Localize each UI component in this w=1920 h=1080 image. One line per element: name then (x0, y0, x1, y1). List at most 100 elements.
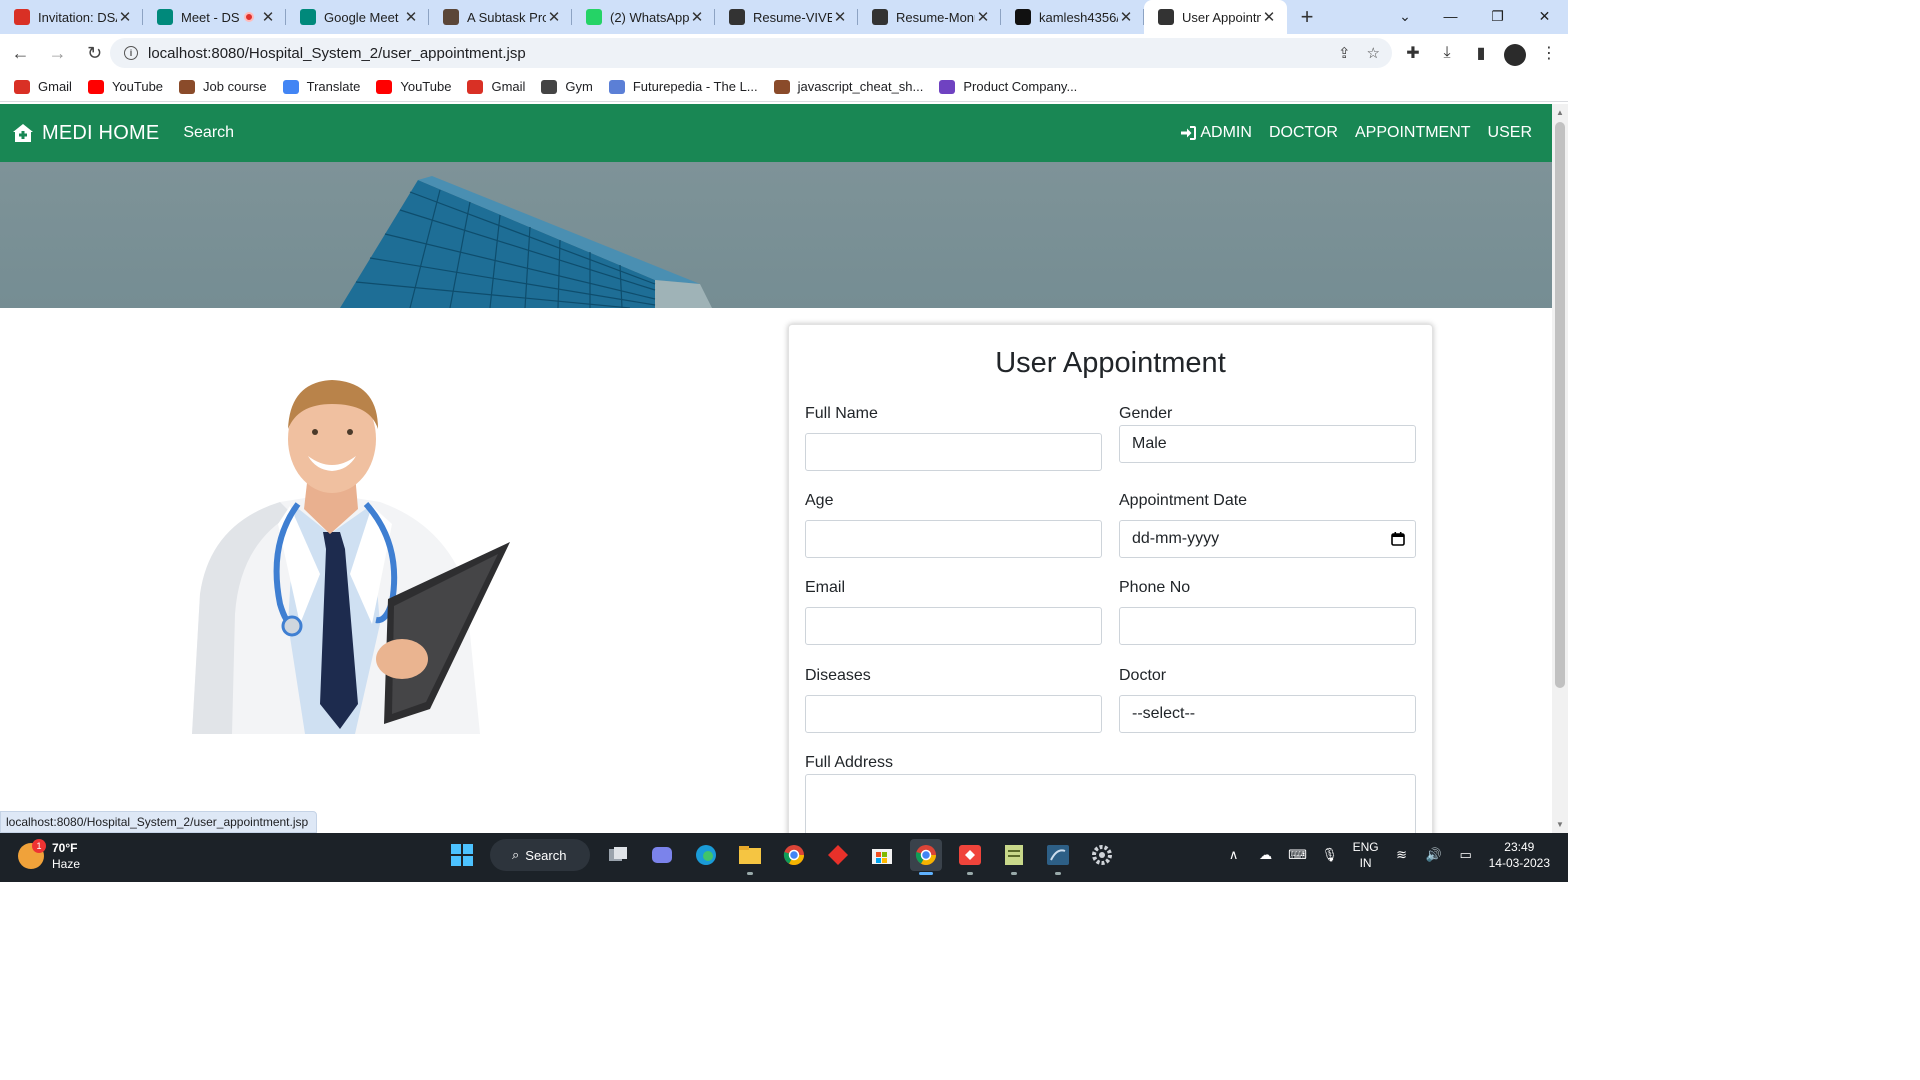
close-tab-icon[interactable]: ✕ (546, 8, 562, 26)
close-window-button[interactable]: ✕ (1521, 0, 1568, 32)
email-input[interactable] (805, 607, 1102, 645)
gender-input[interactable]: Male (1119, 425, 1416, 463)
doctor-select[interactable]: --select-- (1119, 695, 1416, 733)
forward-arrow-icon[interactable]: → (41, 38, 74, 68)
bookmark-item[interactable]: Futurepedia - The L... (608, 79, 758, 94)
restore-button[interactable]: ❐ (1474, 0, 1521, 32)
close-tab-icon[interactable]: ✕ (117, 8, 133, 26)
close-tab-icon[interactable]: ✕ (975, 8, 991, 26)
close-tab-icon[interactable]: ✕ (1118, 8, 1134, 26)
bookmark-item[interactable]: javascript_cheat_sh... (773, 79, 923, 94)
teams-chat-icon[interactable] (646, 839, 678, 871)
taskbar-search-button[interactable]: ⌕ Search (490, 839, 590, 871)
input-language[interactable]: ENG IN (1353, 839, 1379, 871)
red-diamond-app-icon[interactable] (822, 839, 854, 871)
chrome-active-icon[interactable] (910, 839, 942, 875)
gender-group: Gender Male (1119, 405, 1416, 463)
diseases-input[interactable] (805, 695, 1102, 733)
wifi-icon[interactable]: ≋ (1393, 846, 1411, 864)
close-tab-icon[interactable]: ✕ (260, 8, 276, 26)
start-windows-icon[interactable] (446, 839, 478, 871)
bookmark-item[interactable]: Job course (179, 79, 267, 94)
appointment-date-label: Appointment Date (1119, 492, 1248, 509)
nav-appointment-link[interactable]: APPOINTMENT (1355, 124, 1471, 142)
page-scrollbar[interactable]: ▲ ▼ (1552, 104, 1568, 833)
keyboard-icon[interactable]: ⌨ (1288, 846, 1307, 864)
scrollbar-thumb[interactable] (1555, 122, 1565, 688)
microsoft-store-icon[interactable] (866, 839, 898, 871)
battery-icon[interactable]: ▭ (1457, 846, 1475, 864)
building-illustration (340, 176, 712, 308)
chrome-icon[interactable] (778, 839, 810, 871)
browser-tab[interactable]: Resume-Monu ✕ (858, 0, 1001, 34)
address-bar[interactable]: i localhost:8080/Hospital_System_2/user_… (110, 38, 1392, 68)
house-medical-icon (13, 124, 33, 142)
bookmark-item[interactable]: Gym (541, 79, 593, 94)
bookmark-item[interactable]: Gmail (14, 79, 72, 94)
nav-user-link[interactable]: USER (1488, 124, 1532, 142)
search-icon: ⌕ (512, 847, 520, 862)
browser-tab[interactable]: Meet - DS ✕ (143, 0, 286, 34)
tab-search-chevron-icon[interactable]: ⌄ (1390, 0, 1420, 32)
microphone-icon[interactable]: 🎙 (1321, 846, 1339, 864)
age-input[interactable] (805, 520, 1102, 558)
scroll-up-arrow-icon[interactable]: ▲ (1556, 108, 1564, 117)
volume-icon[interactable]: 🔊 (1425, 846, 1443, 864)
phone-input[interactable] (1119, 607, 1416, 645)
tab-title: Resume-VIVEK (753, 9, 832, 25)
show-hidden-icons-chevron-icon[interactable]: ∧ (1225, 846, 1243, 864)
taskbar-clock[interactable]: 23:49 14-03-2023 (1489, 839, 1550, 871)
edge-browser-icon[interactable] (690, 839, 722, 871)
onedrive-cloud-icon[interactable]: ☁ (1257, 846, 1275, 864)
brand-link[interactable]: MEDI HOME (12, 122, 159, 145)
browser-tab[interactable]: kamlesh4356/✕ (1001, 0, 1144, 34)
nav-doctor-link[interactable]: DOCTOR (1269, 124, 1338, 142)
browser-tab[interactable]: (2) WhatsApp ✕ (572, 0, 715, 34)
browser-tab[interactable]: Invitation: DSA ✕ (0, 0, 143, 34)
bookmark-item[interactable]: Gmail (467, 79, 525, 94)
download-icon[interactable]: ⤓ (1436, 38, 1458, 68)
share-icon[interactable]: ⇪ (1338, 44, 1351, 62)
bookmark-icon (773, 79, 790, 94)
profile-avatar[interactable] (1504, 44, 1526, 66)
back-arrow-icon[interactable]: ← (4, 38, 37, 68)
bookmark-item[interactable]: YouTube (376, 79, 451, 94)
phone-label: Phone No (1119, 579, 1191, 596)
browser-tab[interactable]: Resume-VIVEK✕ (715, 0, 858, 34)
appointment-date-input[interactable]: dd-mm-yyyy (1119, 520, 1416, 558)
side-panel-icon[interactable]: ▮ (1470, 38, 1492, 68)
bookmark-item[interactable]: Product Company... (939, 79, 1077, 94)
close-tab-icon[interactable]: ✕ (403, 8, 419, 26)
nav-search-link[interactable]: Search (183, 124, 234, 142)
file-explorer-icon[interactable] (734, 839, 766, 875)
bookmark-label: Gym (565, 79, 593, 94)
close-tab-icon[interactable]: ✕ (832, 8, 848, 26)
github-icon (1015, 9, 1031, 25)
minimize-button[interactable]: — (1427, 0, 1474, 32)
settings-gear-icon[interactable] (1086, 839, 1118, 871)
browser-tab[interactable]: A Subtask Prob✕ (429, 0, 572, 34)
new-tab-plus-icon[interactable]: + (1287, 0, 1327, 34)
full-name-input[interactable] (805, 433, 1102, 471)
browser-tab[interactable]: Google Meet ✕ (286, 0, 429, 34)
nav-admin-link[interactable]: ADMIN (1180, 124, 1252, 142)
browser-menu-icon[interactable]: ⋮ (1538, 38, 1560, 68)
extensions-puzzle-icon[interactable]: ✚ (1402, 38, 1424, 68)
bookmark-item[interactable]: Translate (282, 79, 360, 94)
bookmark-item[interactable]: YouTube (87, 79, 163, 94)
window-controls: — ❐ ✕ (1427, 0, 1568, 34)
notepad-app-icon[interactable] (998, 839, 1030, 875)
close-tab-icon[interactable]: ✕ (1261, 8, 1277, 26)
task-view-icon[interactable] (602, 839, 634, 871)
anydesk-icon[interactable] (954, 839, 986, 875)
bookmark-star-icon[interactable]: ☆ (1367, 44, 1380, 62)
reload-icon[interactable]: ↻ (78, 38, 111, 68)
site-info-icon[interactable]: i (124, 46, 138, 60)
address-textarea[interactable] (805, 774, 1416, 833)
mysql-workbench-icon[interactable] (1042, 839, 1074, 875)
weather-widget[interactable]: 1 70°F Haze (18, 839, 80, 872)
close-tab-icon[interactable]: ✕ (689, 8, 705, 26)
calendar-icon[interactable] (1391, 532, 1405, 546)
browser-tab[interactable]: User Appointm ✕ (1144, 0, 1287, 34)
scroll-down-arrow-icon[interactable]: ▼ (1556, 820, 1564, 829)
